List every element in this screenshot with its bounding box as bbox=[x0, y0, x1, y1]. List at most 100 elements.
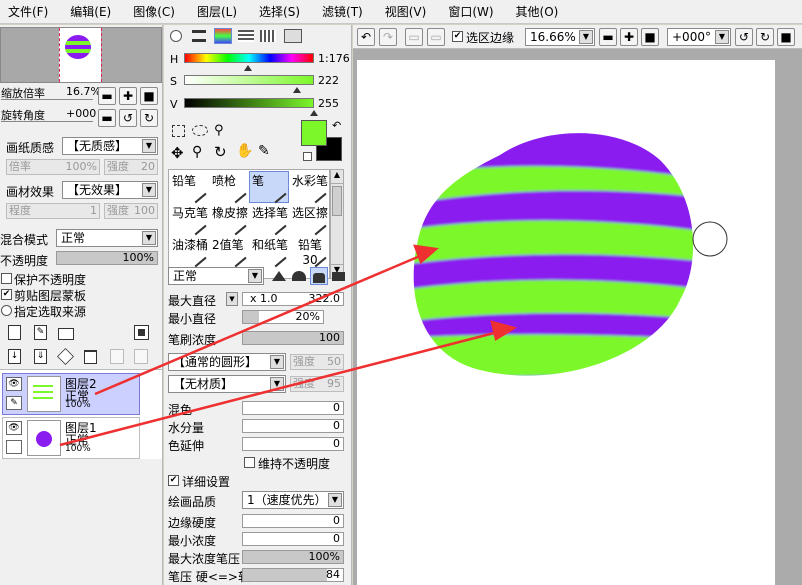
new-layer-icon[interactable] bbox=[8, 325, 21, 340]
brush-shape-selector[interactable] bbox=[270, 267, 346, 285]
transfer-down-icon[interactable] bbox=[110, 349, 124, 364]
rotate-slider[interactable] bbox=[1, 121, 93, 124]
swap-colors-icon[interactable]: ↶ bbox=[332, 119, 341, 132]
min-diameter-slider[interactable]: 20% bbox=[242, 310, 324, 324]
brush-shape-dropdown[interactable]: 【通常的圆形】 ▼ bbox=[168, 353, 286, 371]
merge-down-icon[interactable]: ⇓ bbox=[34, 349, 47, 364]
edge-hardness-slider[interactable]: 0 bbox=[242, 514, 344, 528]
brush-tool[interactable]: 油漆桶 bbox=[169, 235, 209, 268]
brush-tool[interactable]: 铅笔 bbox=[169, 171, 209, 204]
lasso-icon[interactable] bbox=[192, 125, 208, 136]
canvas-zoom-in-button[interactable]: ✚ bbox=[620, 28, 638, 46]
menu-item[interactable]: 图层(L) bbox=[197, 3, 237, 20]
copy-layer-icon[interactable]: ↓ bbox=[8, 349, 21, 364]
transparent-color-icon[interactable] bbox=[303, 152, 312, 161]
color-swatches-tab[interactable] bbox=[238, 30, 254, 42]
canvas-paper[interactable] bbox=[357, 60, 775, 585]
canvas-flip-button[interactable]: ■ bbox=[777, 28, 795, 46]
extend-slider[interactable]: 0 bbox=[242, 437, 344, 451]
merge-visible-icon[interactable] bbox=[134, 349, 148, 364]
layer-item[interactable]: 👁 ✎ 图层2 正常 100% bbox=[2, 373, 140, 415]
saturation-slider[interactable] bbox=[184, 75, 314, 85]
water-slider[interactable]: 0 bbox=[242, 419, 344, 433]
menu-item[interactable]: 文件(F) bbox=[8, 3, 48, 20]
max-diameter-mult-dropdown[interactable]: ▼ bbox=[226, 292, 238, 306]
hand-icon[interactable]: ✋ bbox=[236, 143, 253, 159]
magic-wand-icon[interactable]: ⚲ bbox=[214, 123, 224, 138]
color-scratchpad-tab[interactable] bbox=[284, 29, 302, 43]
hue-slider-thumb[interactable] bbox=[243, 65, 252, 71]
pressure-slider[interactable]: 84 bbox=[242, 568, 344, 582]
canvas-rotate-reset-button[interactable]: ↻ bbox=[756, 28, 774, 46]
keep-opacity-checkbox[interactable] bbox=[244, 457, 255, 468]
brush-density-slider[interactable]: 100 bbox=[242, 331, 344, 345]
brush-tool[interactable]: 马克笔 bbox=[169, 203, 209, 236]
clear-layer-icon[interactable] bbox=[57, 348, 74, 365]
navigator-thumbnail[interactable] bbox=[0, 27, 162, 83]
color-mixer-tab[interactable] bbox=[260, 30, 276, 42]
eyedropper-icon[interactable]: ✎ bbox=[258, 143, 270, 159]
brush-tool[interactable]: 笔 bbox=[249, 171, 289, 204]
color-slider-tab[interactable] bbox=[192, 30, 206, 42]
canvas-zoom-dropdown[interactable]: 16.66% ▼ bbox=[525, 28, 595, 46]
eye-icon[interactable]: 👁 bbox=[6, 377, 22, 391]
move-icon[interactable]: ✥ bbox=[171, 144, 184, 162]
deselect-button[interactable]: ▭ bbox=[405, 28, 423, 46]
rotate-icon[interactable]: ↻ bbox=[214, 143, 227, 161]
zoom-out-button[interactable]: ▬ bbox=[98, 87, 116, 105]
menu-item[interactable]: 选择(S) bbox=[259, 3, 300, 20]
value-slider-thumb[interactable] bbox=[310, 110, 318, 116]
canvas-zoom-out-button[interactable]: ▬ bbox=[599, 28, 617, 46]
brush-grid-scrollbar[interactable]: ▲ ▼ bbox=[330, 169, 344, 279]
canvas-rotate-dropdown[interactable]: +000° ▼ bbox=[667, 28, 731, 46]
menu-item[interactable]: 编辑(E) bbox=[70, 3, 111, 20]
menu-item[interactable]: 其他(O) bbox=[516, 3, 559, 20]
brush-shape-flat-icon[interactable] bbox=[332, 272, 345, 281]
brush-tool[interactable]: 橡皮擦 bbox=[209, 203, 249, 236]
selection-source-radio[interactable] bbox=[1, 305, 12, 316]
brush-texture-dropdown[interactable]: 【无材质】 ▼ bbox=[168, 375, 286, 393]
undo-button[interactable]: ↶ bbox=[357, 28, 375, 46]
rotate-left-button[interactable]: ▬ bbox=[98, 109, 116, 127]
brush-shape-soft-icon[interactable] bbox=[310, 267, 328, 285]
redo-button[interactable]: ↷ bbox=[379, 28, 397, 46]
blend-mode-dropdown[interactable]: 正常 ▼ bbox=[56, 229, 158, 247]
layer-mask-icon[interactable] bbox=[134, 325, 149, 340]
menu-item[interactable]: 滤镜(T) bbox=[322, 3, 363, 20]
rotate-reset-button[interactable]: ↻ bbox=[140, 109, 158, 127]
brush-tool[interactable]: 铅笔30 bbox=[289, 235, 329, 268]
value-slider[interactable] bbox=[184, 98, 314, 108]
paper-texture-dropdown[interactable]: 【无质感】 ▼ bbox=[62, 137, 158, 155]
brush-shape-medium-icon[interactable] bbox=[292, 271, 306, 281]
brush-tool[interactable]: 喷枪 bbox=[209, 171, 249, 204]
brush-tool[interactable]: 水彩笔 bbox=[289, 171, 329, 204]
brush-shape-hard-icon[interactable] bbox=[272, 271, 286, 281]
canvas-rotate-ccw-button[interactable]: ↺ bbox=[735, 28, 753, 46]
lock-toggle[interactable]: ✎ bbox=[6, 396, 22, 410]
brush-tool[interactable]: 选区擦 bbox=[289, 203, 329, 236]
eye-icon[interactable]: 👁 bbox=[6, 421, 22, 435]
zoom-icon[interactable]: ⚲ bbox=[192, 144, 202, 160]
detail-settings-checkbox[interactable]: ✔ bbox=[168, 475, 179, 486]
blend-slider[interactable]: 0 bbox=[242, 401, 344, 415]
selection-edge-checkbox[interactable]: ✔ bbox=[452, 31, 463, 42]
saturation-slider-thumb[interactable] bbox=[293, 87, 302, 93]
invert-selection-button[interactable]: ▭ bbox=[427, 28, 445, 46]
opacity-slider[interactable]: 100% bbox=[56, 251, 158, 265]
new-folder-icon[interactable] bbox=[58, 328, 74, 340]
rect-select-icon[interactable] bbox=[172, 125, 185, 137]
protect-opacity-checkbox[interactable] bbox=[1, 273, 12, 284]
lock-toggle[interactable] bbox=[6, 440, 22, 454]
clip-mask-checkbox[interactable]: ✔ bbox=[1, 289, 12, 300]
zoom-in-button[interactable]: ✚ bbox=[119, 87, 137, 105]
layer-item[interactable]: 👁 图层1 正常 100% bbox=[2, 417, 140, 459]
max-pressure-slider[interactable]: 100% bbox=[242, 550, 344, 564]
zoom-reset-button[interactable]: ■ bbox=[140, 87, 158, 105]
brush-tool[interactable]: 选择笔 bbox=[249, 203, 289, 236]
zoom-slider[interactable] bbox=[1, 99, 93, 102]
color-wheel-tab[interactable] bbox=[170, 30, 182, 42]
brush-tool[interactable]: 和纸笔 bbox=[249, 235, 289, 268]
menu-item[interactable]: 图像(C) bbox=[133, 3, 175, 20]
min-density-slider[interactable]: 0 bbox=[242, 532, 344, 546]
rotate-ccw-button[interactable]: ↺ bbox=[119, 109, 137, 127]
